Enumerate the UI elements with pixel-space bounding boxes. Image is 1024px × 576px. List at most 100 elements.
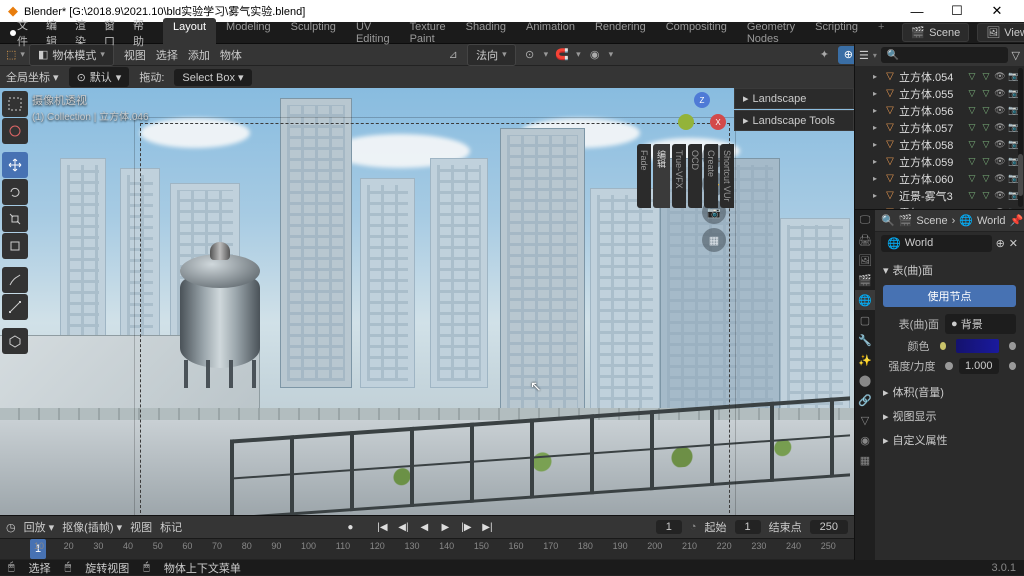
workspace-scripting[interactable]: Scripting [805,18,868,48]
outliner-row[interactable]: ▸▽立方体.058▽▽👁📷 [855,136,1024,153]
outliner-row[interactable]: ▸▽立方体.056▽▽👁📷 [855,102,1024,119]
tool-annotate[interactable] [2,267,28,293]
workspace-geonodes[interactable]: Geometry Nodes [737,18,805,48]
pivot-dropdown[interactable]: ⊙默认▾ [69,67,130,87]
prop-tab-particle[interactable]: ✨ [855,350,875,370]
outliner-filter-icon[interactable]: ▽ [1012,49,1020,62]
selectability-icon[interactable]: ✦ [814,46,834,64]
visibility-icon[interactable]: 👁 [994,71,1006,83]
color-keyframe-icon[interactable] [1009,342,1016,350]
keyframe-next-icon[interactable]: |▶ [456,519,476,535]
timeline-view[interactable]: 视图 [130,519,152,535]
drag-dropdown[interactable]: Select Box ▾ [174,69,251,86]
jump-end-icon[interactable]: ▶| [477,519,497,535]
menu-select[interactable]: 选择 [156,47,178,63]
prop-tab-constraint[interactable]: 🔗 [855,390,875,410]
material-icon[interactable]: ▽ [980,173,992,185]
material-icon[interactable]: ▽ [980,207,992,210]
prop-tab-data[interactable]: ▽ [855,410,875,430]
gizmo-z-axis[interactable]: Z [694,92,710,108]
orientation-dropdown[interactable]: 法向▾ [467,44,516,66]
prop-tab-output[interactable]: 🖨 [855,230,875,250]
color-socket-icon[interactable] [940,342,947,350]
autokey-icon[interactable]: ● [340,519,360,535]
strength-keyframe-icon[interactable] [1009,362,1017,370]
workspace-layout[interactable]: Layout [163,18,216,48]
color-swatch[interactable] [956,339,999,353]
material-icon[interactable]: ▽ [980,71,992,83]
tool-add-cube[interactable] [2,328,28,354]
ntab-create[interactable]: Create [704,144,718,208]
prop-tab-viewlayer[interactable]: 🖼 [855,250,875,270]
prop-tab-physics[interactable]: ⬤ [855,370,875,390]
visibility-icon[interactable]: 👁 [994,190,1006,202]
ntab-edit[interactable]: 编辑 [653,144,670,208]
mesh-data-icon[interactable]: ▽ [966,139,978,151]
ntab-truevfx[interactable]: True-VFX [672,144,686,208]
nav-gizmo[interactable]: Z X [676,92,728,144]
viewlayer-dropdown[interactable]: 🖼ViewLayer [977,23,1024,42]
material-icon[interactable]: ▽ [980,190,992,202]
workspace-add[interactable]: + [868,18,894,48]
outliner-row[interactable]: ▸▽立方体.054▽▽👁📷 [855,68,1024,85]
prop-tab-scene[interactable]: 🎬 [855,270,875,290]
expand-icon[interactable]: ▸ [873,89,881,98]
scene-dropdown[interactable]: 🎬Scene [902,23,969,42]
world-datablock-dropdown[interactable]: 🌐World [881,235,992,252]
mesh-data-icon[interactable]: ▽ [966,122,978,134]
start-frame-input[interactable]: 1 [735,520,761,534]
preview-range-icon[interactable]: ◔ [690,521,697,533]
npanel-landscape[interactable]: ▸Landscape [734,88,854,109]
visibility-icon[interactable]: 👁 [994,156,1006,168]
timeline-marker[interactable]: 标记 [160,519,182,535]
pivot-icon[interactable]: ⊙ [520,46,540,64]
end-frame-input[interactable]: 250 [810,520,848,534]
mesh-data-icon[interactable]: ▽ [966,71,978,83]
tool-measure[interactable] [2,294,28,320]
tool-scale[interactable] [2,206,28,232]
material-icon[interactable]: ▽ [980,105,992,117]
visibility-icon[interactable]: 👁 [994,139,1006,151]
mesh-data-icon[interactable]: ▽ [966,156,978,168]
tool-select-box[interactable] [2,91,28,117]
object-name[interactable]: 立方体.055 [899,86,963,102]
object-name[interactable]: 近景-雾气3 [899,188,963,204]
outliner-row[interactable]: ▸▽立方体.059▽▽👁📷 [855,153,1024,170]
workspace-compositing[interactable]: Compositing [656,18,737,48]
editor-type-icon[interactable]: ⬚ [6,48,16,61]
material-icon[interactable]: ▽ [980,122,992,134]
material-icon[interactable]: ▽ [980,88,992,100]
ntab-ocd[interactable]: OCD [688,144,702,208]
outliner-row[interactable]: ▸▽立方体.060▽▽👁📷 [855,170,1024,187]
outliner-row[interactable]: ▸▽立方体.055▽▽👁📷 [855,85,1024,102]
section-viewport-display[interactable]: ▸视图显示 [875,404,1024,428]
snap-icon[interactable]: 🧲 [552,46,572,64]
tool-cursor[interactable] [2,118,28,144]
gizmo-y-axis[interactable] [678,114,694,130]
expand-icon[interactable]: ▸ [873,72,881,81]
material-icon[interactable]: ▽ [980,156,992,168]
expand-icon[interactable]: ▸ [873,208,881,209]
object-name[interactable]: 立方体.057 [899,120,963,136]
keyframe-prev-icon[interactable]: ◀| [393,519,413,535]
play-icon[interactable]: ▶ [435,519,455,535]
timeline-playback[interactable]: 回放 ▾ [24,519,55,535]
menu-object[interactable]: 物体 [220,47,242,63]
outliner-row[interactable]: ▸▽立方体.057▽▽👁📷 [855,119,1024,136]
outliner-row[interactable]: ▸▽雾气1▽▽👁📷 [855,204,1024,209]
workspace-sculpting[interactable]: Sculpting [281,18,346,48]
section-surface-header[interactable]: ▾表(曲)面 [883,258,1016,282]
strength-socket-icon[interactable] [945,362,953,370]
mesh-data-icon[interactable]: ▽ [966,105,978,117]
section-volume[interactable]: ▸体积(音量) [875,380,1024,404]
outliner-row[interactable]: ▸▽近景-雾气3▽▽👁📷 [855,187,1024,204]
strength-value-input[interactable]: 1.000 [959,358,999,374]
jump-start-icon[interactable]: |◀ [372,519,392,535]
object-name[interactable]: 立方体.056 [899,103,963,119]
visibility-icon[interactable]: 👁 [994,122,1006,134]
outliner-type-icon[interactable]: ☰ [859,49,869,62]
use-nodes-button[interactable]: 使用节点 [883,285,1016,307]
object-name[interactable]: 立方体.058 [899,137,963,153]
expand-icon[interactable]: ▸ [873,106,881,115]
prop-tab-world[interactable]: 🌐 [855,290,875,310]
